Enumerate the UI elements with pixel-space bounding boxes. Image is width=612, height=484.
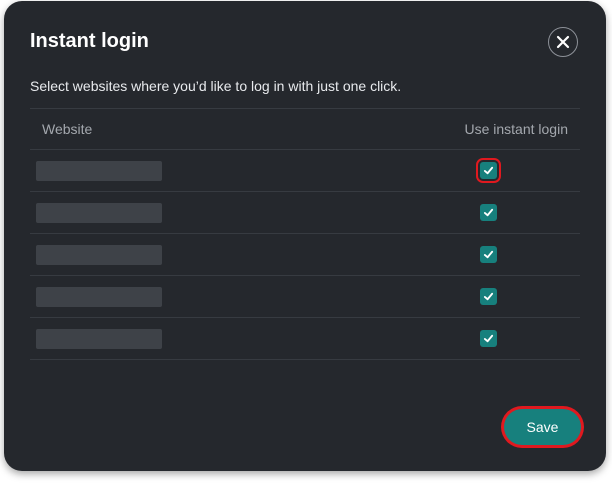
checkmark-icon — [483, 208, 494, 217]
checkmark-icon — [483, 166, 494, 175]
instant-login-checkbox[interactable] — [480, 330, 497, 347]
table-row — [30, 234, 580, 276]
checkmark-icon — [483, 334, 494, 343]
dialog-subtitle: Select websites where you’d like to log … — [30, 78, 402, 94]
table-row — [30, 192, 580, 234]
website-name-placeholder — [36, 329, 162, 349]
instant-login-checkbox[interactable] — [480, 204, 497, 221]
instant-login-checkbox[interactable] — [480, 288, 497, 305]
table-row — [30, 276, 580, 318]
table-row — [30, 318, 580, 360]
checkmark-icon — [483, 292, 494, 301]
instant-login-dialog: Instant login Select websites where you’… — [4, 1, 606, 471]
close-button[interactable] — [548, 27, 578, 57]
instant-login-checkbox[interactable] — [476, 158, 501, 183]
instant-login-checkbox[interactable] — [480, 246, 497, 263]
instant-login-column-header: Use instant login — [464, 121, 568, 137]
dialog-title: Instant login — [30, 30, 149, 52]
website-name-placeholder — [36, 287, 162, 307]
table-row — [30, 150, 580, 192]
website-name-placeholder — [36, 161, 162, 181]
save-button[interactable]: Save — [504, 409, 581, 445]
website-column-header: Website — [42, 121, 93, 137]
close-icon — [556, 35, 570, 49]
table-header-row: Website Use instant login — [30, 108, 580, 150]
websites-table: Website Use instant login — [30, 108, 580, 360]
checkmark-icon — [483, 250, 494, 259]
website-name-placeholder — [36, 203, 162, 223]
website-name-placeholder — [36, 245, 162, 265]
